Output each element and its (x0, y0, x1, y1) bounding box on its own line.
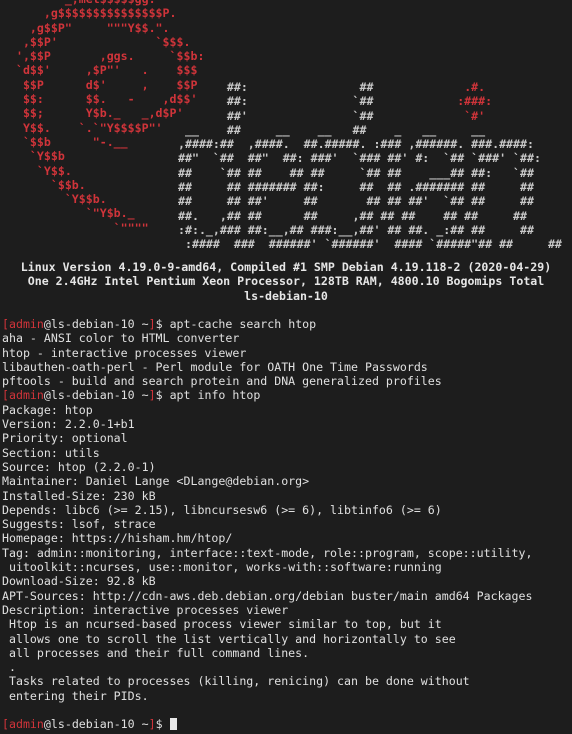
output-line: Source: htop (2.2.0-1) (2, 459, 156, 474)
prompt-user: admin (8, 717, 44, 732)
prompt-at: @ (43, 317, 51, 331)
output-line: Depends: libc6 (>= 2.15), libncursesw6 (… (2, 502, 442, 517)
output-line: Htop is an ncursed-based process viewer … (2, 617, 442, 632)
kernel-version-line: Linux Version 4.19.0-9-amd64, Compiled #… (20, 260, 552, 274)
prompt-symbol: $ (155, 717, 163, 732)
output-line: allows one to scroll the list vertically… (2, 631, 456, 646)
prompt-path: ~ (141, 717, 149, 732)
prompt-bracket-close: ] (148, 317, 156, 331)
output-line: Package: htop (2, 402, 93, 417)
output-line: Priority: optional (2, 431, 128, 446)
output-line: all processes and their full command lin… (2, 645, 310, 660)
prompt-at: @ (43, 717, 51, 732)
output-line: Download-Size: 92.8 kB (2, 574, 156, 589)
debian-ascii-logo: _,met$$$$$gg. ,g$$$$$$$$$$$$$$$P. ,g$$P"… (15, 0, 205, 235)
prompt-user: admin (8, 317, 44, 331)
output-line: pftools - build and search protein and D… (2, 374, 442, 389)
debian-wordmark: ##: ## .#. ##: `## :###: ##' `## `#' __ … (178, 80, 562, 252)
prompt-line: [admin@ls-debian-10 ~]$ apt-cache search… (2, 317, 570, 331)
prompt-line: [admin@ls-debian-10 ~]$ apt info htop (2, 388, 570, 402)
hostname-line: ls-debian-10 (244, 288, 328, 303)
output-line: Description: interactive processes viewe… (2, 602, 289, 617)
prompt-bracket-open: [ (2, 317, 9, 331)
output-line: htop - interactive processes viewer (2, 345, 247, 360)
terminal-window[interactable]: _,met$$$$$gg. ,g$$$$$$$$$$$$$$$P. ,g$$P"… (0, 0, 572, 734)
output-line: Tag: admin::monitoring, interface::text-… (2, 545, 533, 560)
hardware-line: One 2.4GHz Intel Pentium Xeon Processor,… (27, 274, 545, 289)
output-line: . (2, 660, 16, 675)
output-line: Homepage: https://hisham.hm/htop/ (2, 531, 233, 546)
output-line: libauthen-oath-perl - Perl module for OA… (2, 359, 428, 374)
output-line: Suggests: lsof, strace (2, 517, 156, 532)
prompt-symbol: $ (155, 317, 163, 331)
prompt-user: admin (8, 388, 44, 403)
prompt-bracket-close: ] (148, 717, 156, 732)
output-line: entering their PIDs. (2, 688, 149, 703)
output-line: Section: utils (2, 445, 100, 460)
active-prompt-line[interactable]: [admin@ls-debian-10 ~]$ (2, 717, 570, 731)
output-line: Tasks related to processes (killing, ren… (2, 674, 470, 689)
prompt-path: ~ (141, 388, 149, 403)
prompt-bracket-open: [ (2, 388, 9, 403)
prompt-bracket-close: ] (148, 388, 156, 403)
prompt-host: ls-debian-10 (50, 717, 135, 732)
output-line: aha - ANSI color to HTML converter (2, 331, 240, 346)
output-line-blank (2, 703, 570, 717)
prompt-at: @ (43, 388, 51, 403)
prompt-host: ls-debian-10 (50, 317, 135, 331)
system-info: Linux Version 4.19.0-9-amd64, Compiled #… (0, 260, 572, 303)
output-line: Version: 2.2.0-1+b1 (2, 417, 135, 432)
output-line: Installed-Size: 230 kB (2, 488, 156, 503)
prompt-bracket-open: [ (2, 717, 9, 732)
output-line: Maintainer: Daniel Lange <DLange@debian.… (2, 474, 310, 489)
output-line: APT-Sources: http://cdn-aws.deb.debian.o… (2, 588, 533, 603)
prompt-path: ~ (141, 317, 149, 331)
output-line: uitoolkit::ncurses, use::monitor, works-… (2, 560, 442, 575)
prompt-host: ls-debian-10 (50, 388, 135, 403)
terminal-output: [admin@ls-debian-10 ~]$ apt-cache search… (2, 317, 570, 732)
text-cursor[interactable] (169, 718, 177, 731)
prompt-symbol: $ (155, 388, 163, 403)
command-text: apt info htop (169, 388, 261, 403)
command-text: apt-cache search htop (169, 317, 317, 331)
